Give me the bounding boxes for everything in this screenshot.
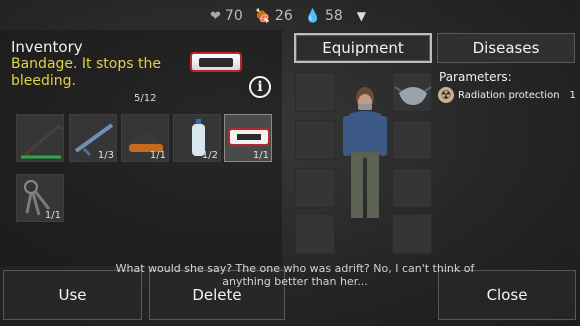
crowbar-icon <box>21 125 63 159</box>
equipment-slot[interactable] <box>295 72 335 112</box>
parameters-title: Parameters: <box>439 70 512 84</box>
equipment-slot[interactable] <box>295 168 335 208</box>
inventory-slot-rifle[interactable]: 1/3 <box>69 114 117 162</box>
item-quantity: 1/1 <box>44 210 61 221</box>
info-button[interactable]: i <box>249 76 271 98</box>
status-bar: ❤ 70 🍖 26 💧 58 ▼ <box>210 6 366 26</box>
health-value: 70 <box>224 8 243 24</box>
health-stat: ❤ 70 <box>210 8 243 24</box>
tab-diseases[interactable]: Diseases <box>437 33 575 63</box>
equipment-slot[interactable] <box>295 214 335 254</box>
meat-icon: 🍖 <box>254 8 271 24</box>
item-quantity: 1/1 <box>149 150 166 161</box>
radiation-icon: ☢ <box>438 87 454 103</box>
selected-item-preview <box>190 52 242 72</box>
water-drop-icon: 💧 <box>304 8 321 24</box>
food-stat: 🍖 26 <box>255 8 293 24</box>
equipment-slot-mask[interactable] <box>392 72 432 112</box>
equipment-slot[interactable] <box>392 120 432 160</box>
item-quantity: 1/1 <box>252 150 269 161</box>
inventory-slot-keys[interactable]: 1/1 <box>16 174 64 222</box>
equipment-slot[interactable] <box>295 120 335 160</box>
character-figure <box>343 87 387 225</box>
parameter-label: Radiation protection <box>458 89 560 101</box>
food-value: 26 <box>274 8 293 24</box>
expand-stats-icon[interactable]: ▼ <box>357 9 366 23</box>
bandage-icon <box>199 57 233 67</box>
equipment-slot[interactable] <box>392 168 432 208</box>
parameter-value: 1 <box>569 89 576 101</box>
inventory-capacity: 5/12 <box>134 93 157 104</box>
inventory-title: Inventory <box>11 38 83 56</box>
tab-equipment[interactable]: Equipment <box>294 33 432 63</box>
inventory-slot-water-bottle[interactable]: 1/2 <box>173 114 221 162</box>
dialogue-subtitle: What would she say? The one who was adri… <box>115 262 475 288</box>
water-value: 58 <box>324 8 343 24</box>
heart-icon: ❤ <box>210 8 221 24</box>
inventory-slot-crowbar[interactable] <box>16 114 64 162</box>
inventory-slot-bandage[interactable]: 1/1 <box>224 114 272 162</box>
equipment-slot[interactable] <box>392 214 432 254</box>
item-quantity: 1/2 <box>201 150 218 161</box>
item-quantity: 1/3 <box>97 150 114 161</box>
parameter-radiation-protection: ☢ Radiation protection 1 <box>438 87 576 103</box>
inventory-slot-beanie-hat[interactable]: 1/1 <box>121 114 169 162</box>
gas-mask-icon <box>394 86 432 105</box>
water-stat: 💧 58 <box>305 8 343 24</box>
item-description: Bandage. It stops the bleeding. <box>11 56 161 89</box>
